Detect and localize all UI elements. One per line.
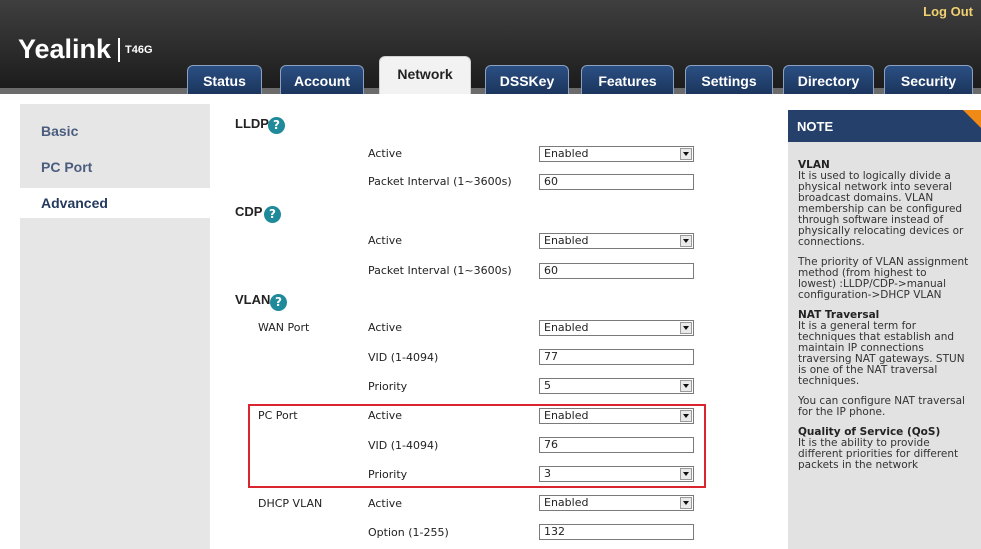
wan-priority-value: 5: [544, 379, 551, 392]
cdp-active-label: Active: [368, 234, 403, 247]
lldp-active-value: Enabled: [544, 147, 589, 160]
cdp-interval-input[interactable]: 60: [539, 263, 694, 279]
tab-status[interactable]: Status: [187, 65, 262, 94]
note-text: connections.: [798, 236, 865, 248]
yealink-logo: Yealink: [18, 34, 112, 64]
tab-account[interactable]: Account: [280, 65, 364, 94]
lldp-interval-input[interactable]: 60: [539, 174, 694, 190]
chevron-down-icon: [680, 148, 692, 160]
tab-settings[interactable]: Settings: [685, 65, 773, 94]
cdp-interval-label: Packet Interval (1~3600s): [368, 264, 512, 277]
pc-port-label: PC Port: [258, 409, 298, 422]
model-label: T46G: [125, 44, 153, 56]
dhcp-vlan-label: DHCP VLAN: [258, 497, 323, 510]
wan-priority-label: Priority: [368, 380, 408, 393]
cdp-help-icon[interactable]: ?: [264, 206, 281, 223]
tab-security[interactable]: Security: [884, 65, 973, 94]
sidebar-item-pc-port[interactable]: PC Port: [20, 152, 210, 182]
chevron-down-icon: [680, 235, 692, 247]
lldp-help-icon[interactable]: ?: [268, 117, 285, 134]
logo-separator: [118, 38, 120, 62]
tab-features[interactable]: Features: [581, 65, 674, 94]
dhcp-active-select[interactable]: Enabled: [539, 495, 694, 511]
pc-vid-input[interactable]: 76: [539, 437, 694, 453]
pc-vid-label: VID (1-4094): [368, 439, 439, 452]
dhcp-active-value: Enabled: [544, 496, 589, 509]
wan-vid-input[interactable]: 77: [539, 349, 694, 365]
lldp-title: LLDP: [235, 116, 269, 131]
wan-port-label: WAN Port: [258, 321, 310, 334]
vlan-help-icon[interactable]: ?: [270, 294, 287, 311]
dhcp-option-input[interactable]: 132: [539, 524, 694, 540]
chevron-down-icon: [680, 497, 692, 509]
pc-priority-value: 3: [544, 467, 551, 480]
cdp-title: CDP: [235, 204, 263, 219]
chevron-down-icon: [680, 468, 692, 480]
wan-active-label: Active: [368, 321, 403, 334]
note-text: techniques.: [798, 375, 860, 387]
chevron-down-icon: [680, 322, 692, 334]
pc-priority-select[interactable]: 3: [539, 466, 694, 482]
cdp-active-select[interactable]: Enabled: [539, 233, 694, 249]
note-title: NOTE: [797, 119, 834, 134]
lldp-active-select[interactable]: Enabled: [539, 146, 694, 162]
pc-active-select[interactable]: Enabled: [539, 408, 694, 424]
pc-priority-label: Priority: [368, 468, 408, 481]
pc-active-value: Enabled: [544, 409, 589, 422]
tab-directory[interactable]: Directory: [783, 65, 874, 94]
note-text: configuration->DHCP VLAN: [798, 289, 942, 301]
note-body: VLAN It is used to logically divide a ph…: [798, 160, 978, 480]
lldp-interval-label: Packet Interval (1~3600s): [368, 175, 512, 188]
wan-priority-select[interactable]: 5: [539, 378, 694, 394]
chevron-down-icon: [680, 410, 692, 422]
note-panel: NOTE VLAN It is used to logically divide…: [788, 110, 981, 549]
cdp-active-value: Enabled: [544, 234, 589, 247]
note-header: NOTE: [788, 110, 981, 142]
wan-active-value: Enabled: [544, 321, 589, 334]
note-text: for the IP phone.: [798, 406, 886, 418]
pc-active-label: Active: [368, 409, 403, 422]
wan-vid-label: VID (1-4094): [368, 351, 439, 364]
dhcp-option-label: Option (1-255): [368, 526, 449, 539]
tab-dsskey[interactable]: DSSKey: [485, 65, 569, 94]
sidebar-item-basic[interactable]: Basic: [20, 116, 210, 146]
vlan-title: VLAN: [235, 292, 271, 307]
sidebar-item-advanced[interactable]: Advanced: [20, 188, 210, 218]
note-corner-icon: [963, 110, 981, 128]
logout-link[interactable]: Log Out: [923, 4, 973, 19]
lldp-active-label: Active: [368, 147, 403, 160]
tab-network[interactable]: Network: [379, 56, 471, 94]
note-text: packets in the network: [798, 459, 919, 471]
chevron-down-icon: [680, 380, 692, 392]
sidebar: Basic PC Port Advanced: [20, 104, 210, 549]
dhcp-active-label: Active: [368, 497, 403, 510]
wan-active-select[interactable]: Enabled: [539, 320, 694, 336]
